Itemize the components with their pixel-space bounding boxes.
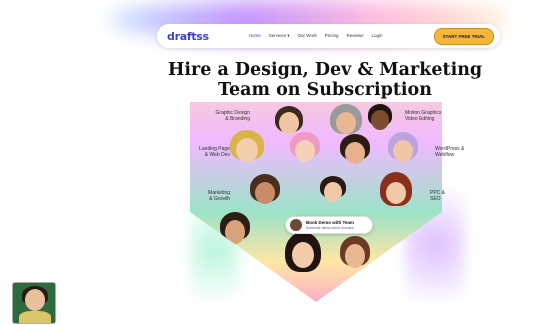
person-face xyxy=(236,138,258,162)
nav-login[interactable]: Login xyxy=(372,33,383,39)
person-face xyxy=(345,244,365,268)
person-face xyxy=(292,242,314,268)
book-demo-card[interactable]: Book Demo with Team Schedule demo call i… xyxy=(285,216,373,234)
nav-reviews[interactable]: Reviews xyxy=(346,33,363,39)
person-face xyxy=(255,182,275,204)
nav-services[interactable]: Services ▾ xyxy=(269,33,290,39)
person-face xyxy=(345,142,365,164)
hero-title-line-1: Hire a Design, Dev & Marketing xyxy=(167,60,483,80)
service-graphic-design: Graphic Design & Branding xyxy=(215,110,250,122)
nav-links: Home Services ▾ Our Work Pricing Reviews… xyxy=(249,33,383,39)
person-face xyxy=(336,112,356,134)
service-landing-page: Landing Page & Web Dev xyxy=(199,146,230,158)
person-face xyxy=(279,112,299,134)
start-trial-button[interactable]: START FREE TRIAL xyxy=(433,27,494,45)
avatar xyxy=(290,219,302,231)
person-face xyxy=(324,182,342,202)
floating-video-widget[interactable] xyxy=(12,282,56,324)
book-demo-title: Book Demo with Team xyxy=(306,220,354,225)
hero-title: Hire a Design, Dev & Marketing Team on S… xyxy=(150,60,500,100)
navbar: draftss Home Services ▾ Our Work Pricing… xyxy=(157,24,500,48)
service-marketing: Marketing & Growth xyxy=(208,190,230,202)
person-face xyxy=(393,140,413,162)
nav-home[interactable]: Home xyxy=(249,33,261,39)
hero-title-line-2: Team on Subscription xyxy=(218,80,432,100)
nav-pricing[interactable]: Pricing xyxy=(325,33,339,39)
service-ppc-seo: PPC & SEO xyxy=(430,190,446,202)
person-face xyxy=(386,182,406,204)
person-face xyxy=(295,140,315,162)
brand-logo[interactable]: draftss xyxy=(167,30,209,43)
nav-our-work[interactable]: Our Work xyxy=(298,33,317,39)
book-demo-subtitle: Schedule demo call in minutes xyxy=(306,226,354,230)
service-wordpress: WordPress & Webflow xyxy=(435,146,465,158)
person-face xyxy=(371,110,389,130)
service-motion-graphics: Motion Graphics Video Editing xyxy=(405,110,442,122)
